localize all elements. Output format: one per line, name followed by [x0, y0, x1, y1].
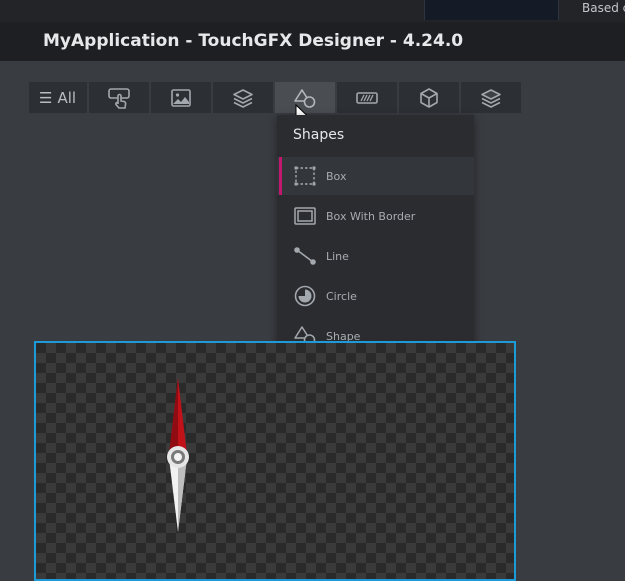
hand-pointer-icon: [108, 87, 130, 109]
cube-icon: [420, 87, 438, 108]
all-widgets-button[interactable]: ☰ All: [29, 82, 87, 113]
window-title: MyApplication - TouchGFX Designer - 4.24…: [43, 31, 464, 51]
dropdown-item-label: Line: [326, 249, 349, 263]
dropdown-item-line[interactable]: Line: [277, 237, 474, 275]
dropdown-item-circle[interactable]: Circle: [277, 277, 474, 315]
dropdown-item-label: Circle: [326, 289, 357, 303]
menu-icon: ☰: [39, 88, 53, 107]
box-with-border-icon: [294, 207, 316, 225]
3d-category-button[interactable]: [399, 82, 459, 113]
line-icon: [294, 247, 316, 265]
box-icon: [294, 166, 316, 186]
design-canvas[interactable]: [34, 341, 516, 581]
dropdown-item-label: Box: [326, 169, 347, 183]
widget-category-toolbar: ☰ All: [29, 82, 523, 113]
layers-icon: [233, 88, 253, 108]
dropdown-item-box[interactable]: Box: [277, 157, 474, 195]
misc-category-button[interactable]: [461, 82, 521, 113]
shapes-dropdown: Shapes Box Box With Border Line Circle S…: [277, 115, 474, 357]
background-window-strip: Based c: [0, 0, 625, 22]
stack-icon: [481, 88, 501, 108]
background-window-text: Based c: [582, 1, 625, 15]
image-category-button[interactable]: [151, 82, 211, 113]
progress-category-button[interactable]: [337, 82, 397, 113]
all-widgets-label: All: [57, 88, 77, 107]
title-bar: MyApplication - TouchGFX Designer - 4.24…: [0, 22, 625, 61]
interaction-category-button[interactable]: [89, 82, 149, 113]
circle-icon: [294, 285, 316, 307]
progress-icon: [356, 91, 378, 104]
dropdown-title: Shapes: [293, 127, 345, 143]
background-tab: [424, 0, 559, 20]
container-category-button[interactable]: [213, 82, 273, 113]
dropdown-item-label: Box With Border: [326, 209, 416, 223]
dropdown-item-box-with-border[interactable]: Box With Border: [277, 197, 474, 235]
image-icon: [171, 88, 191, 107]
compass-needle-image[interactable]: [154, 376, 202, 536]
